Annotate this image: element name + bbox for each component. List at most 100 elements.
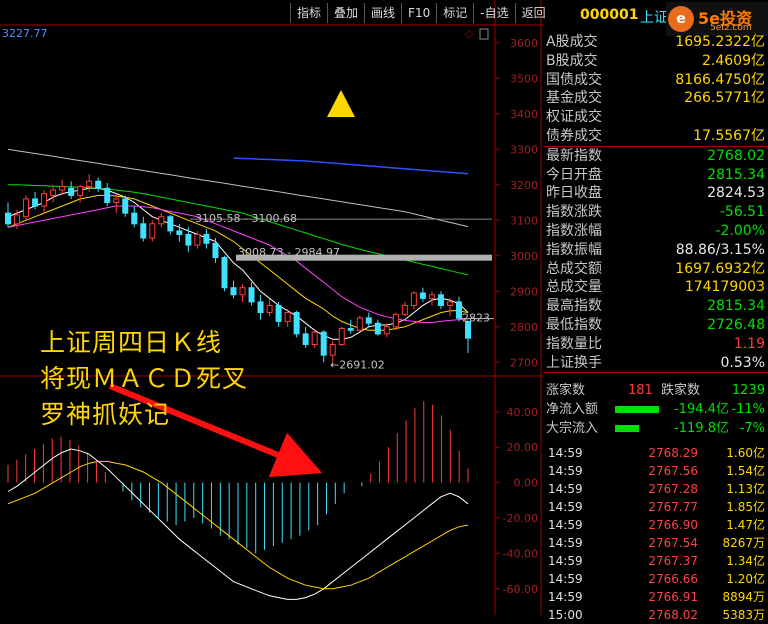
candle-body: [113, 198, 120, 203]
info-label: 基金成交: [546, 90, 602, 107]
candle-body: [374, 322, 381, 335]
price-tick-label: 2700: [510, 356, 538, 369]
candle-body: [86, 180, 93, 188]
info-label: 指数涨幅: [546, 222, 602, 239]
info-value: 1.19: [733, 335, 765, 352]
site-logo: e 5e投资 5etz.com: [666, 2, 768, 36]
candle-body: [293, 312, 300, 335]
toolbar-item-6[interactable]: 返回: [514, 3, 552, 23]
info-value: 8166.4750亿: [675, 71, 765, 88]
info-label: 总成交量: [546, 279, 602, 296]
tick-volume: 8267万: [722, 536, 765, 550]
info-label: 指数量比: [546, 335, 602, 352]
toolbar-item-2[interactable]: 画线: [364, 3, 401, 23]
flow-row: 净流入额 -194.4亿 -11%: [543, 400, 768, 419]
candle-body: [275, 304, 282, 322]
down-count-value: 1239: [731, 383, 765, 398]
annotation-text: 上证周四日Ｋ线 将现ＭＡＣＤ死叉 罗神抓妖记: [40, 325, 248, 433]
tick-list[interactable]: 14:59 2768.29 1.60亿 14:59 2767.56 1.54亿 14:59 2…: [543, 444, 768, 624]
info-row: 今日开盘 2815.34: [543, 166, 768, 185]
info-row: 最低指数 2726.48: [543, 316, 768, 335]
info-label: 指数涨跌: [546, 204, 602, 221]
toolbar-item-3[interactable]: F10: [401, 3, 436, 23]
info-row: 基金成交 266.5771亿: [543, 89, 768, 108]
info-label: 昨日收盘: [546, 185, 602, 202]
info-label: 权证成交: [546, 109, 602, 126]
info-row: 指数涨幅 -2.00%: [543, 222, 768, 241]
candle-body: [41, 193, 48, 207]
candle-body: [230, 287, 237, 296]
tick-price: 2766.91: [648, 590, 698, 604]
info-label: 最新指数: [546, 147, 602, 164]
candle-body: [59, 186, 66, 191]
candle-body: [410, 292, 417, 306]
flow-pct: -11%: [731, 402, 765, 417]
tick-time: 14:59: [548, 518, 583, 532]
info-value: 174179003: [684, 279, 765, 296]
info-label: 今日开盘: [546, 166, 602, 183]
toolbar-item-1[interactable]: 叠加: [327, 3, 364, 23]
info-value: -2.00%: [715, 222, 765, 239]
candle-body: [131, 212, 138, 225]
tick-volume: 1.85亿: [726, 500, 765, 514]
candle-body: [176, 230, 183, 235]
info-value: 0.53%: [720, 354, 765, 371]
toolbar-item-0[interactable]: 指标: [290, 3, 327, 23]
tick-price: 2767.28: [648, 482, 698, 496]
candle-body: [356, 317, 363, 331]
candle-body: [77, 186, 84, 196]
candle-body: [167, 216, 174, 232]
info-row: 最新指数 2768.02: [543, 147, 768, 166]
candle-body: [23, 198, 30, 218]
info-row: 昨日收盘 2824.53: [543, 184, 768, 203]
tick-time: 14:59: [548, 482, 583, 496]
flow-bar: [615, 406, 659, 413]
info-label: 上证换手: [546, 354, 602, 371]
macd-tick-label: -60.00: [503, 583, 538, 596]
candle-body: [95, 180, 102, 189]
macd-tick-label: 40.00: [507, 406, 539, 419]
candle-body: [149, 223, 156, 239]
candle-body: [185, 233, 192, 246]
tick-price: 2767.37: [648, 554, 698, 568]
info-value: 88.86/3.15%: [675, 241, 765, 258]
ma-line-ma250: [233, 157, 469, 175]
candle-body: [329, 344, 336, 356]
toolbar-item-4[interactable]: 标记: [436, 3, 473, 23]
flow-value: -119.8亿: [674, 421, 729, 436]
tick-volume: 1.60亿: [726, 446, 765, 460]
breadth-row: 涨家数 181 跌家数 1239: [543, 381, 768, 400]
price-tick-label: 3400: [510, 108, 538, 121]
info-value: 2815.34: [707, 298, 765, 315]
candle-body: [68, 187, 75, 196]
info-row: 指数涨跌 -56.51: [543, 203, 768, 222]
candle-body: [140, 223, 147, 239]
candle-body: [212, 242, 219, 259]
info-label: 最高指数: [546, 298, 602, 315]
info-value: -56.51: [719, 204, 765, 221]
annotation-line-1: 上证周四日Ｋ线: [40, 328, 223, 357]
info-value: 2.4609亿: [702, 52, 765, 69]
price-tick-label: 3300: [510, 143, 538, 156]
info-row: 国债成交 8166.4750亿: [543, 71, 768, 90]
flow-value: -194.4亿: [674, 402, 729, 417]
tick-volume: 1.13亿: [726, 482, 765, 496]
candle-body: [221, 257, 228, 289]
tick-time: 15:00: [548, 608, 583, 622]
kline-chart[interactable]: 3227.77 ◇ 3600 3500 3400 3300 3200 3100 3000 2900…: [0, 0, 543, 615]
tick-time: 14:59: [548, 536, 583, 550]
ma-readout: 3227.77: [2, 27, 48, 40]
info-row: 权证成交: [543, 108, 768, 127]
up-triangle-icon: [327, 90, 355, 117]
tick-time: 14:59: [548, 572, 583, 586]
info-row: B股成交 2.4609亿: [543, 52, 768, 71]
tick-time: 14:59: [548, 446, 583, 460]
tick-price: 2766.90: [648, 518, 698, 532]
tick-row: 14:59 2766.91 8894万: [543, 588, 768, 606]
toolbar-item-5[interactable]: -自选: [473, 3, 514, 23]
info-value: 2768.02: [707, 147, 765, 164]
tick-row: 14:59 2767.54 8267万: [543, 534, 768, 552]
annotation-line-3: 罗神抓妖记: [40, 400, 171, 429]
price-tick-label: 2900: [510, 285, 538, 298]
candle-body: [446, 301, 453, 306]
